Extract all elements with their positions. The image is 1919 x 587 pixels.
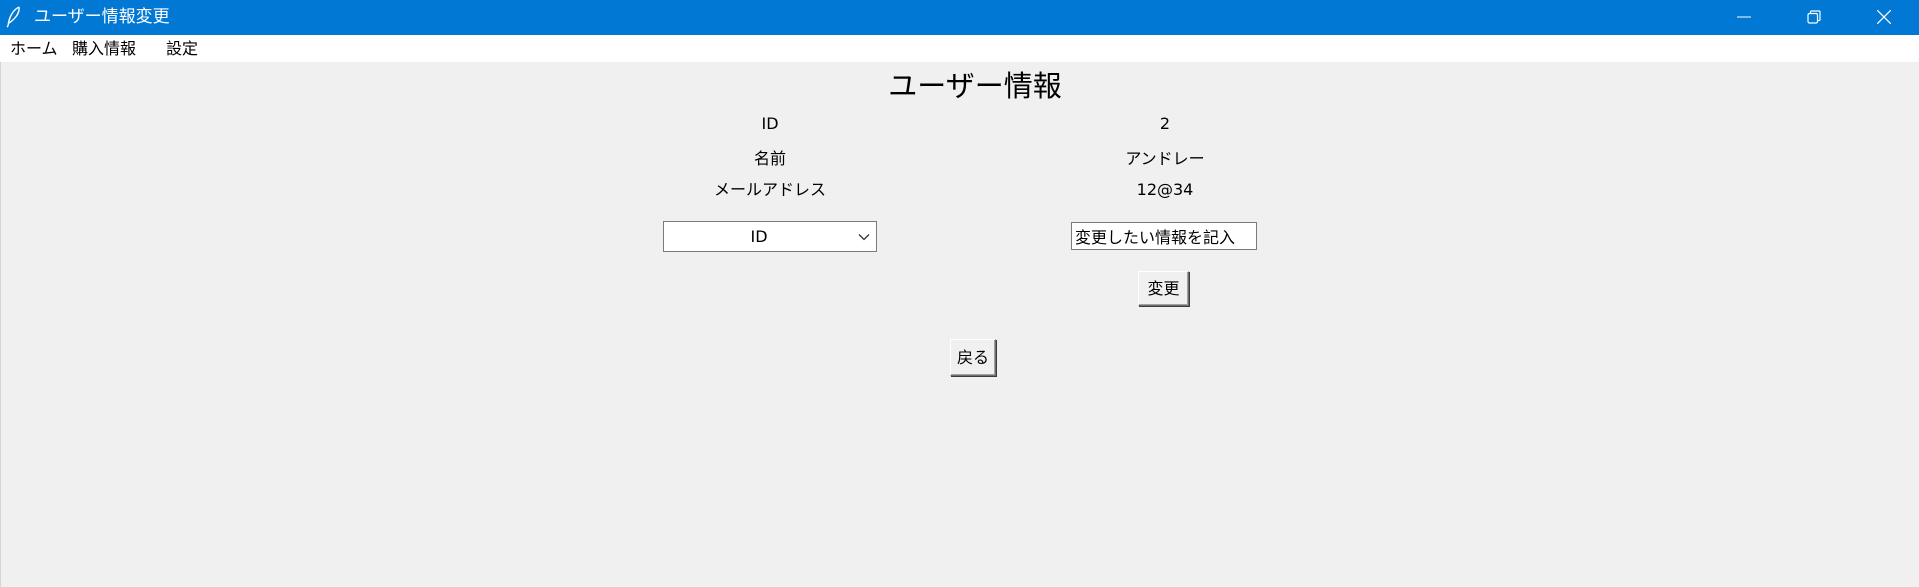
page-title: ユーザー情報 bbox=[888, 69, 1062, 103]
name-value: アンドレー bbox=[1125, 149, 1205, 168]
chevron-down-icon bbox=[858, 234, 870, 241]
email-value: 12@34 bbox=[1136, 180, 1194, 199]
close-icon bbox=[1877, 10, 1891, 24]
email-label: メールアドレス bbox=[713, 180, 826, 199]
field-select-value: ID bbox=[750, 227, 768, 246]
field-select[interactable]: ID bbox=[663, 221, 877, 252]
title-bar: ユーザー情報変更 bbox=[0, 0, 1919, 35]
menu-item-settings[interactable]: 設定 bbox=[166, 39, 198, 59]
id-value: 2 bbox=[1159, 114, 1171, 133]
window-title: ユーザー情報変更 bbox=[34, 7, 170, 27]
restore-icon bbox=[1807, 10, 1821, 24]
menu-bar: ホーム 購入情報 設定 bbox=[0, 35, 1919, 62]
restore-button[interactable] bbox=[1779, 0, 1849, 35]
name-label: 名前 bbox=[753, 149, 786, 168]
feather-icon bbox=[6, 6, 22, 28]
id-label: ID bbox=[761, 114, 779, 133]
app-window: ユーザー情報変更 ホーム 購入情報 設定 ユーザー情報 ID 2 名前 アンドレ… bbox=[0, 0, 1919, 587]
new-value-input[interactable] bbox=[1071, 222, 1257, 250]
window-border bbox=[0, 62, 1, 587]
minimize-button[interactable] bbox=[1709, 0, 1779, 35]
minimize-icon bbox=[1737, 16, 1751, 18]
back-button[interactable]: 戻る bbox=[950, 339, 996, 376]
close-button[interactable] bbox=[1849, 0, 1919, 35]
menu-item-home[interactable]: ホーム bbox=[10, 39, 58, 59]
change-button[interactable]: 変更 bbox=[1138, 271, 1189, 306]
menu-item-purchase-info[interactable]: 購入情報 bbox=[72, 39, 136, 59]
